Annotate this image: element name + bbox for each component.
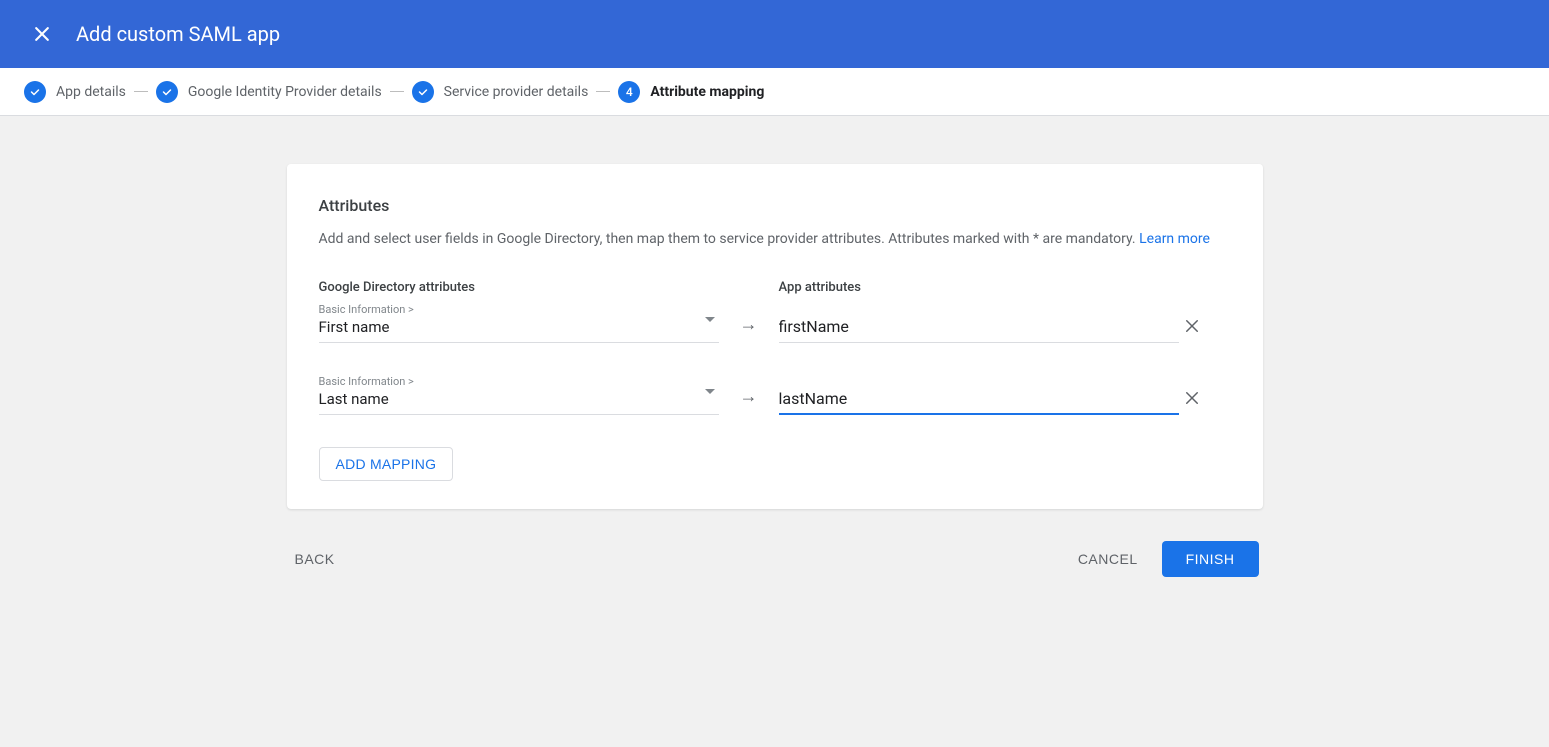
step-label: Google Identity Provider details — [188, 84, 382, 100]
arrow-right-icon: → — [719, 386, 779, 415]
footer-actions: BACK CANCEL FINISH — [287, 541, 1263, 577]
directory-attribute-select[interactable]: Basic Information > First name — [319, 303, 719, 343]
step-connector — [134, 91, 148, 92]
select-category-label: Basic Information > — [319, 375, 719, 388]
header-title: Add custom SAML app — [76, 22, 280, 46]
chevron-down-icon — [705, 389, 715, 394]
arrow-right-icon: → — [719, 314, 779, 343]
add-mapping-button[interactable]: ADD MAPPING — [319, 447, 454, 481]
section-description: Add and select user fields in Google Dir… — [319, 231, 1231, 247]
mapping-row: Basic Information > First name → — [319, 303, 1231, 343]
content-area: Attributes Add and select user fields in… — [263, 164, 1287, 577]
step-sp-details[interactable]: Service provider details — [412, 81, 589, 103]
directory-column-header: Google Directory attributes — [319, 280, 475, 295]
step-label: Service provider details — [444, 84, 589, 100]
columns-header-row: Google Directory attributes App attribut… — [319, 279, 1231, 295]
close-icon — [32, 24, 52, 44]
delete-mapping-button[interactable] — [1179, 313, 1205, 339]
close-icon — [1183, 389, 1201, 407]
step-connector — [596, 91, 610, 92]
close-icon — [1183, 317, 1201, 335]
app-attribute-input[interactable] — [779, 313, 1179, 343]
select-value: First name — [319, 318, 719, 336]
delete-mapping-button[interactable] — [1179, 385, 1205, 411]
back-button[interactable]: BACK — [291, 543, 339, 575]
directory-attribute-select[interactable]: Basic Information > Last name — [319, 375, 719, 415]
learn-more-link[interactable]: Learn more — [1139, 231, 1210, 247]
app-column-header: App attributes — [779, 280, 861, 295]
app-header: Add custom SAML app — [0, 0, 1549, 68]
step-idp-details[interactable]: Google Identity Provider details — [156, 81, 382, 103]
chevron-down-icon — [705, 317, 715, 322]
section-title: Attributes — [319, 196, 1231, 215]
app-attribute-input[interactable] — [779, 385, 1179, 415]
attributes-card: Attributes Add and select user fields in… — [287, 164, 1263, 509]
step-number-icon: 4 — [618, 81, 640, 103]
mapping-row: Basic Information > Last name → — [319, 375, 1231, 415]
select-value: Last name — [319, 390, 719, 408]
step-attribute-mapping[interactable]: 4 Attribute mapping — [618, 81, 764, 103]
check-icon — [156, 81, 178, 103]
step-app-details[interactable]: App details — [24, 81, 126, 103]
select-category-label: Basic Information > — [319, 303, 719, 316]
finish-button[interactable]: FINISH — [1162, 541, 1259, 577]
check-icon — [24, 81, 46, 103]
wizard-stepper: App details Google Identity Provider det… — [0, 68, 1549, 116]
cancel-button[interactable]: CANCEL — [1074, 543, 1142, 575]
step-label: App details — [56, 84, 126, 100]
check-icon — [412, 81, 434, 103]
close-button[interactable] — [24, 16, 60, 52]
step-label: Attribute mapping — [650, 84, 764, 100]
step-connector — [390, 91, 404, 92]
